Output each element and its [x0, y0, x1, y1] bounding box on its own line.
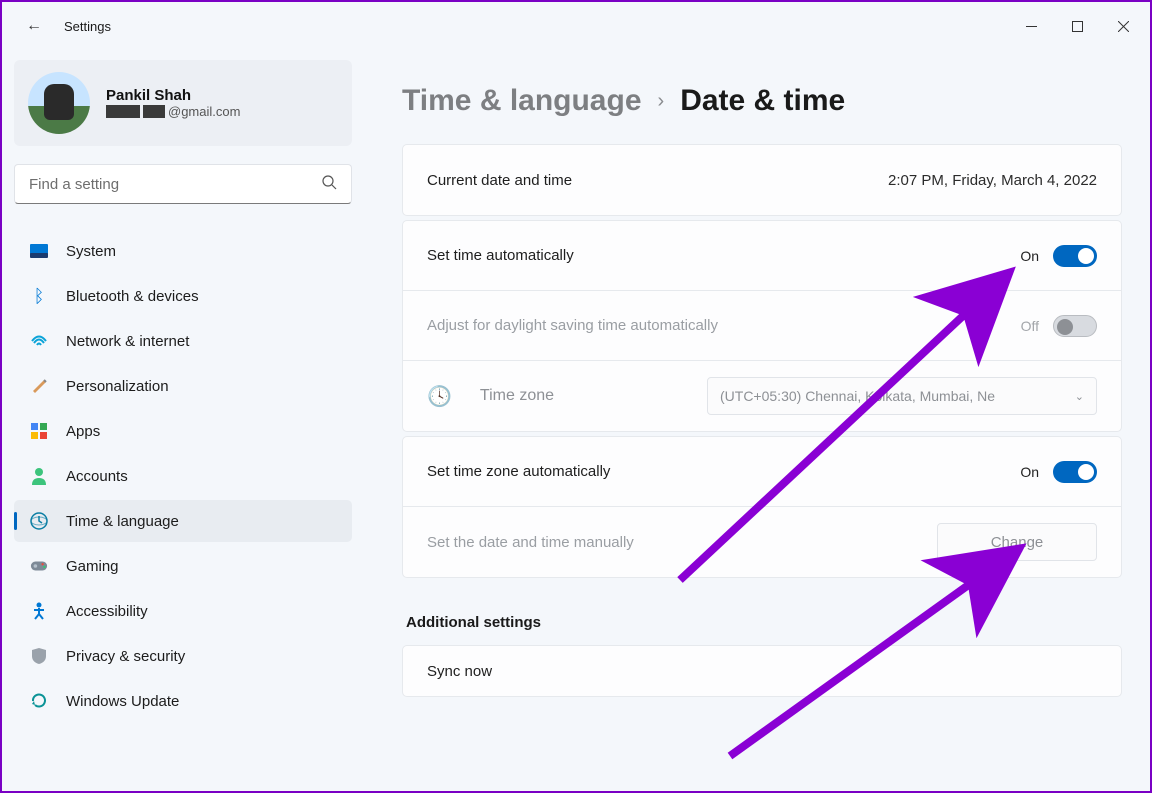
sidebar-item-label: Windows Update — [66, 693, 179, 710]
sidebar-item-bluetooth-devices[interactable]: ᛒ Bluetooth & devices — [14, 275, 352, 317]
email-suffix: @gmail.com — [168, 104, 240, 119]
timezone-select: (UTC+05:30) Chennai, Kolkata, Mumbai, Ne… — [707, 377, 1097, 415]
sidebar-item-label: Accessibility — [66, 603, 148, 620]
nav-icon — [30, 602, 48, 620]
sidebar-item-label: Bluetooth & devices — [66, 288, 199, 305]
nav-icon — [30, 557, 48, 575]
settings-group-4: Sync now — [402, 645, 1122, 697]
minimize-button[interactable] — [1008, 10, 1054, 42]
sidebar-item-accounts[interactable]: Accounts — [14, 455, 352, 497]
additional-settings-header: Additional settings — [406, 614, 1122, 631]
settings-group-2: Set time automatically On Adjust for day… — [402, 220, 1122, 432]
sidebar: Pankil Shah @gmail.com System ᛒ Bluetooth … — [2, 50, 364, 791]
current-datetime-value: 2:07 PM, Friday, March 4, 2022 — [888, 172, 1097, 189]
set-time-auto-toggle[interactable] — [1053, 245, 1097, 267]
sidebar-item-label: Apps — [66, 423, 100, 440]
nav-list: System ᛒ Bluetooth & devices Network & inte… — [14, 230, 352, 722]
sidebar-item-system[interactable]: System — [14, 230, 352, 272]
nav-icon — [30, 692, 48, 710]
current-datetime-label: Current date and time — [427, 172, 572, 189]
globe-clock-icon: 🕓 — [427, 384, 452, 409]
nav-icon — [30, 422, 48, 440]
sidebar-item-gaming[interactable]: Gaming — [14, 545, 352, 587]
sidebar-item-privacy-security[interactable]: Privacy & security — [14, 635, 352, 677]
set-time-auto-row: Set time automatically On — [403, 221, 1121, 291]
manual-label: Set the date and time manually — [427, 534, 634, 551]
window-controls — [1008, 10, 1146, 42]
content-area: Time & language › Date & time Current da… — [364, 50, 1150, 791]
search-icon — [322, 175, 337, 194]
redacted-block — [106, 105, 140, 118]
timezone-value: (UTC+05:30) Chennai, Kolkata, Mumbai, Ne — [720, 388, 995, 404]
set-tz-auto-toggle-wrap: On — [1020, 461, 1097, 483]
sidebar-item-label: Privacy & security — [66, 648, 185, 665]
user-text: Pankil Shah @gmail.com — [106, 87, 240, 119]
user-email: @gmail.com — [106, 104, 240, 119]
sidebar-item-personalization[interactable]: Personalization — [14, 365, 352, 407]
sidebar-item-label: Network & internet — [66, 333, 189, 350]
sidebar-item-label: System — [66, 243, 116, 260]
user-name: Pankil Shah — [106, 87, 240, 104]
sidebar-item-windows-update[interactable]: Windows Update — [14, 680, 352, 722]
breadcrumb: Time & language › Date & time — [402, 84, 1122, 118]
nav-icon — [30, 242, 48, 260]
avatar — [28, 72, 90, 134]
breadcrumb-current: Date & time — [680, 84, 845, 118]
nav-icon — [30, 512, 48, 530]
sidebar-item-label: Personalization — [66, 378, 169, 395]
timezone-label-group: 🕓 Time zone — [427, 384, 554, 409]
back-arrow-icon[interactable]: ← — [26, 17, 42, 35]
redacted-block — [143, 105, 165, 118]
close-button[interactable] — [1100, 10, 1146, 42]
sync-now-row: Sync now — [403, 646, 1121, 696]
nav-icon: ᛒ — [30, 287, 48, 305]
sidebar-item-time-language[interactable]: Time & language — [14, 500, 352, 542]
timezone-row: 🕓 Time zone (UTC+05:30) Chennai, Kolkata… — [403, 361, 1121, 431]
set-time-auto-state: On — [1020, 248, 1039, 264]
set-time-auto-label: Set time automatically — [427, 247, 574, 264]
nav-icon — [30, 647, 48, 665]
sidebar-item-label: Accounts — [66, 468, 128, 485]
chevron-right-icon: › — [658, 90, 665, 113]
dst-state: Off — [1021, 318, 1039, 334]
nav-icon — [30, 467, 48, 485]
chevron-down-icon: ⌄ — [1075, 390, 1084, 403]
timezone-label: Time zone — [480, 387, 554, 405]
set-tz-auto-row: Set time zone automatically On — [403, 437, 1121, 507]
breadcrumb-parent[interactable]: Time & language — [402, 84, 642, 118]
title-bar: ← Settings — [2, 2, 1150, 50]
settings-group-1: Current date and time 2:07 PM, Friday, M… — [402, 144, 1122, 216]
sidebar-item-network-internet[interactable]: Network & internet — [14, 320, 352, 362]
set-tz-auto-label: Set time zone automatically — [427, 463, 610, 480]
dst-row: Adjust for daylight saving time automati… — [403, 291, 1121, 361]
set-time-auto-toggle-wrap: On — [1020, 245, 1097, 267]
settings-group-3: Set time zone automatically On Set the d… — [402, 436, 1122, 578]
dst-toggle — [1053, 315, 1097, 337]
search-box[interactable] — [14, 164, 352, 204]
nav-icon — [30, 332, 48, 350]
title-bar-left: ← Settings — [26, 17, 111, 35]
user-card[interactable]: Pankil Shah @gmail.com — [14, 60, 352, 146]
manual-row: Set the date and time manually Change — [403, 507, 1121, 577]
nav-icon — [30, 377, 48, 395]
maximize-button[interactable] — [1054, 10, 1100, 42]
sync-now-label: Sync now — [427, 663, 492, 680]
current-datetime-row: Current date and time 2:07 PM, Friday, M… — [403, 145, 1121, 215]
dst-toggle-wrap: Off — [1021, 315, 1097, 337]
sidebar-item-label: Gaming — [66, 558, 119, 575]
sidebar-item-label: Time & language — [66, 513, 179, 530]
window-title: Settings — [64, 19, 111, 34]
change-button: Change — [937, 523, 1097, 561]
set-tz-auto-state: On — [1020, 464, 1039, 480]
dst-label: Adjust for daylight saving time automati… — [427, 317, 718, 334]
sidebar-item-apps[interactable]: Apps — [14, 410, 352, 452]
sidebar-item-accessibility[interactable]: Accessibility — [14, 590, 352, 632]
search-input[interactable] — [29, 176, 322, 193]
set-tz-auto-toggle[interactable] — [1053, 461, 1097, 483]
